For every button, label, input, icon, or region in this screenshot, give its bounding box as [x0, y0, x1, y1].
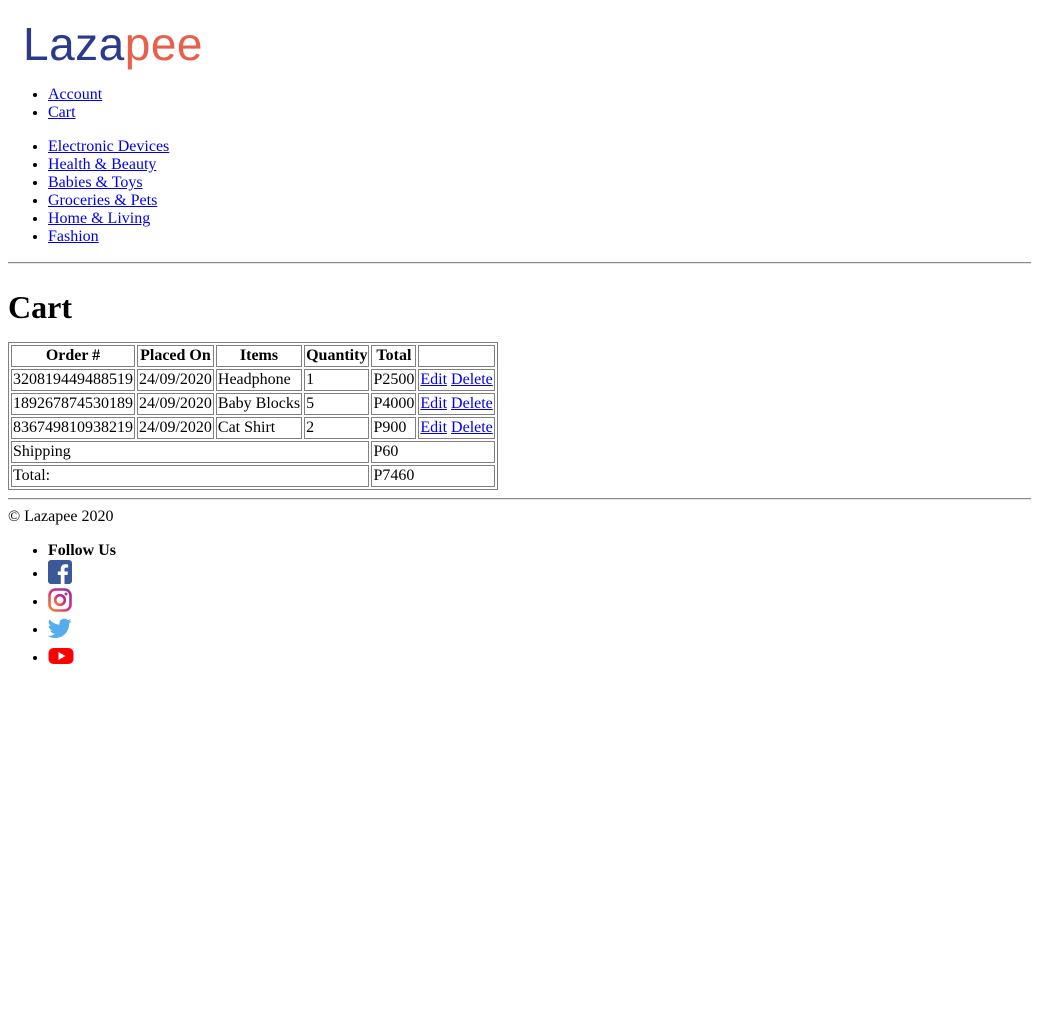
edit-link[interactable]: Edit [420, 419, 447, 436]
category-nav: Electronic Devices Health & Beauty Babie… [8, 138, 1031, 246]
site-logo[interactable]: Lazapee [23, 16, 1031, 72]
total-cell: P2500 [371, 369, 417, 391]
category-link-babies-toys[interactable]: Babies & Toys [48, 174, 143, 191]
category-link-health-beauty[interactable]: Health & Beauty [48, 156, 156, 173]
grand-total-value: P7460 [371, 465, 495, 487]
social-item-twitter [48, 616, 1031, 644]
actions-cell: Edit Delete [418, 417, 495, 439]
cart-table: Order # Placed On Items Quantity Total 3… [8, 342, 498, 490]
follow-us-label: Follow Us [48, 542, 1031, 560]
edit-link[interactable]: Edit [420, 395, 447, 412]
table-row: 836749810938219 24/09/2020 Cat Shirt 2 P… [11, 417, 495, 439]
placed-on-cell: 24/09/2020 [137, 369, 214, 391]
actions-cell: Edit Delete [418, 393, 495, 415]
category-item: Health & Beauty [48, 156, 1031, 174]
quantity-cell: 2 [304, 417, 370, 439]
column-header-order: Order # [11, 345, 135, 367]
placed-on-cell: 24/09/2020 [137, 393, 214, 415]
account-nav: Account Cart [8, 86, 1031, 122]
category-item: Home & Living [48, 210, 1031, 228]
total-cell: P4000 [371, 393, 417, 415]
column-header-quantity: Quantity [304, 345, 370, 367]
category-item: Electronic Devices [48, 138, 1031, 156]
youtube-icon [48, 648, 74, 664]
twitter-icon [48, 618, 72, 638]
copyright-text: © Lazapee 2020 [8, 508, 114, 525]
nav-item-account: Account [48, 86, 1031, 104]
item-cell: Baby Blocks [215, 393, 303, 415]
grand-total-row: Total: P7460 [11, 465, 495, 487]
footer-divider [8, 498, 1031, 500]
cart-link[interactable]: Cart [48, 104, 76, 121]
quantity-cell: 5 [304, 393, 370, 415]
instagram-icon [48, 588, 72, 612]
nav-item-cart: Cart [48, 104, 1031, 122]
social-links: Follow Us [8, 542, 1031, 672]
edit-link[interactable]: Edit [420, 371, 447, 388]
delete-link[interactable]: Delete [451, 419, 493, 436]
facebook-link[interactable] [48, 560, 72, 584]
account-link[interactable]: Account [48, 86, 102, 103]
column-header-actions [418, 345, 495, 367]
category-link-fashion[interactable]: Fashion [48, 228, 99, 245]
column-header-items: Items [215, 345, 303, 367]
table-header-row: Order # Placed On Items Quantity Total [11, 345, 495, 367]
youtube-link[interactable] [48, 648, 74, 666]
category-link-groceries-pets[interactable]: Groceries & Pets [48, 192, 157, 209]
category-item: Fashion [48, 228, 1031, 246]
item-cell: Cat Shirt [215, 417, 303, 439]
item-cell: Headphone [215, 369, 303, 391]
logo-text-part1: Laza [23, 18, 125, 70]
actions-cell: Edit Delete [418, 369, 495, 391]
category-item: Groceries & Pets [48, 192, 1031, 210]
header-divider [8, 262, 1031, 264]
twitter-link[interactable] [48, 618, 72, 638]
quantity-cell: 1 [304, 369, 370, 391]
social-item-facebook [48, 560, 1031, 588]
shipping-value: P60 [371, 441, 495, 463]
social-item-youtube [48, 644, 1031, 672]
table-row: 320819449488519 24/09/2020 Headphone 1 P… [11, 369, 495, 391]
category-link-home-living[interactable]: Home & Living [48, 210, 150, 227]
shipping-label: Shipping [11, 441, 370, 463]
facebook-icon [48, 560, 72, 584]
category-link-electronic-devices[interactable]: Electronic Devices [48, 138, 169, 155]
placed-on-cell: 24/09/2020 [137, 417, 214, 439]
social-item-instagram [48, 588, 1031, 616]
order-number-cell: 189267874530189 [11, 393, 135, 415]
shipping-row: Shipping P60 [11, 441, 495, 463]
delete-link[interactable]: Delete [451, 371, 493, 388]
table-row: 189267874530189 24/09/2020 Baby Blocks 5… [11, 393, 495, 415]
category-item: Babies & Toys [48, 174, 1031, 192]
delete-link[interactable]: Delete [451, 395, 493, 412]
order-number-cell: 320819449488519 [11, 369, 135, 391]
page-title: Cart [8, 289, 72, 325]
column-header-placed-on: Placed On [137, 345, 214, 367]
grand-total-label: Total: [11, 465, 370, 487]
column-header-total: Total [371, 345, 417, 367]
total-cell: P900 [371, 417, 417, 439]
logo-text-part2: pee [124, 18, 203, 70]
order-number-cell: 836749810938219 [11, 417, 135, 439]
instagram-link[interactable] [48, 588, 72, 612]
